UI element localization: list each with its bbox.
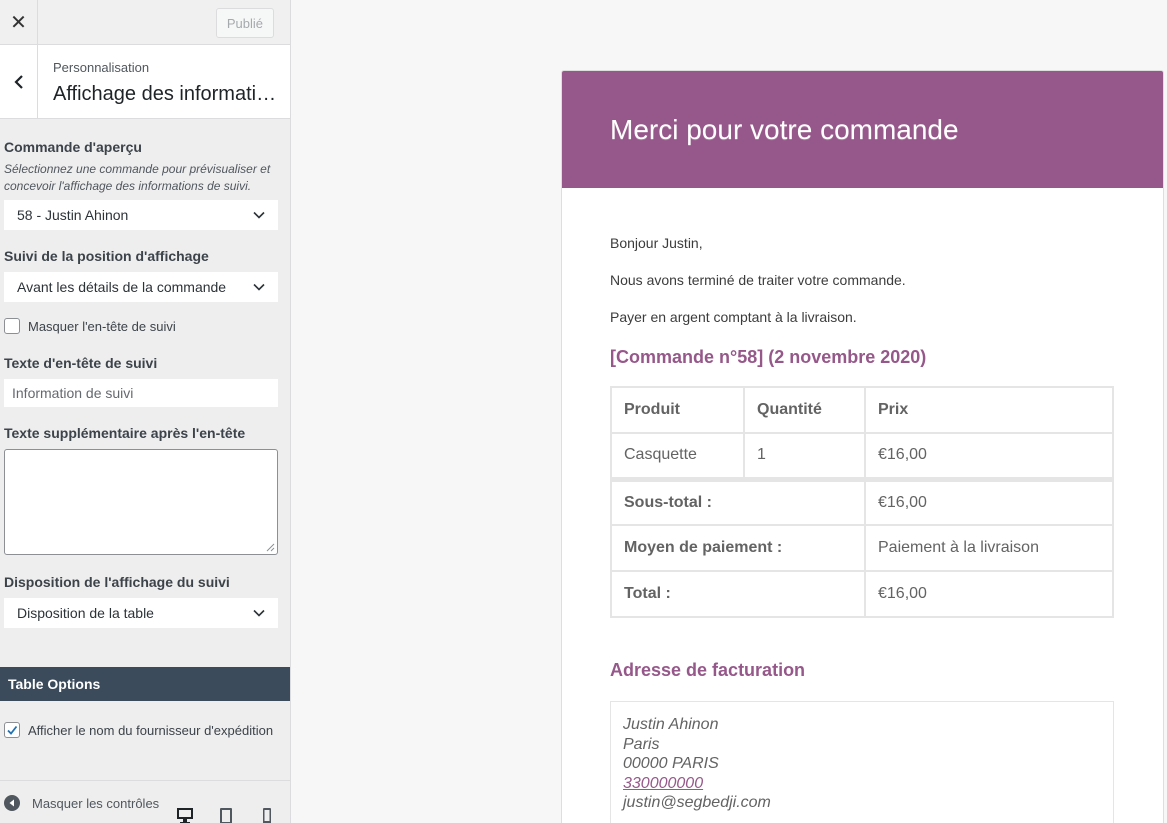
collapse-arrow-icon (4, 795, 20, 811)
payment-method-value: Paiement à la livraison (864, 524, 1114, 572)
address-email: justin@segbedji.com (623, 794, 771, 811)
billing-address: Justin Ahinon Paris 00000 PARIS 33000000… (610, 701, 1114, 823)
message-text: Nous avons terminé de traiter votre comm… (610, 272, 906, 288)
email-preview: Merci pour votre commande Bonjour Justin… (561, 70, 1164, 823)
preview-order-select[interactable]: 58 - Justin Ahinon (4, 200, 278, 230)
total-value: €16,00 (864, 570, 1114, 618)
show-provider-checkbox[interactable] (4, 722, 20, 738)
customizer-topbar: ✕ Publié (0, 0, 290, 45)
tablet-icon[interactable] (216, 807, 236, 823)
back-button[interactable] (0, 45, 38, 119)
customizer-footer: Masquer les contrôles (0, 780, 290, 823)
hide-header-option[interactable]: Masquer l'en-tête de suivi (4, 316, 278, 337)
display-position-value: Avant les détails de la commande (17, 279, 227, 295)
subtotal-value: €16,00 (864, 476, 1114, 526)
extra-text-label: Texte supplémentaire après l'en-tête (4, 425, 246, 441)
display-position-select[interactable]: Avant les détails de la commande (4, 272, 278, 302)
item-quantity: 1 (743, 432, 866, 480)
hide-controls-label: Masquer les contrôles (32, 795, 160, 811)
payment-method-label: Moyen de paiement : (610, 524, 866, 572)
greeting-text: Bonjour Justin, (610, 235, 703, 251)
address-postal: 00000 PARIS (623, 755, 719, 772)
col-header-product: Produit (610, 386, 745, 434)
resize-handle-icon[interactable] (265, 542, 275, 552)
breadcrumb: Personnalisation (53, 60, 150, 75)
table-options-header: Table Options (0, 667, 290, 701)
layout-label: Disposition de l'affichage du suivi (4, 574, 230, 590)
chevron-down-icon (253, 283, 265, 291)
address-city: Paris (623, 735, 660, 753)
show-provider-row[interactable]: Afficher le nom du fournisseur d'expédit… (4, 720, 274, 741)
publish-button[interactable]: Publié (215, 8, 274, 38)
section-header: Personnalisation Affichage des informati… (0, 45, 290, 119)
layout-select[interactable]: Disposition de la table (4, 598, 278, 628)
total-row: Total : €16,00 (610, 570, 1114, 618)
preview-order-description: Sélectionnez une commande pour prévisual… (4, 162, 271, 193)
customizer-sidebar: ✕ Publié Personnalisation Affichage des … (0, 0, 291, 823)
email-title: Merci pour votre commande (610, 113, 959, 145)
chevron-left-icon (13, 75, 23, 89)
layout-value: Disposition de la table (17, 605, 154, 621)
header-text-input[interactable]: Information de suivi (4, 379, 278, 407)
checkmark-icon (7, 725, 18, 735)
email-header: Merci pour votre commande (562, 71, 1163, 188)
item-product: Casquette (610, 432, 745, 480)
preview-order-label: Commande d'aperçu (4, 139, 142, 155)
display-position-label: Suivi de la position d'affichage (4, 248, 209, 264)
desktop-icon[interactable] (175, 807, 195, 823)
controls-panel: Commande d'aperçu Sélectionnez une comma… (0, 139, 290, 628)
payment-note-text: Payer en argent comptant à la livraison. (610, 309, 857, 325)
table-header-row: Produit Quantité Prix (610, 386, 1114, 434)
address-name: Justin Ahinon (623, 716, 719, 733)
extra-text-textarea[interactable] (4, 449, 278, 555)
col-header-quantity: Quantité (743, 386, 866, 434)
col-header-price: Prix (864, 386, 1114, 434)
total-label: Total : (610, 570, 866, 618)
item-price: €16,00 (864, 432, 1114, 480)
hide-header-label: Masquer l'en-tête de suivi (28, 319, 176, 334)
show-provider-option[interactable]: Afficher le nom du fournisseur d'expédit… (4, 720, 274, 741)
address-phone-link[interactable]: 330000000 (623, 775, 703, 792)
hide-header-checkbox[interactable] (4, 318, 20, 334)
section-title: Affichage des informations de suivi (53, 83, 283, 105)
mobile-icon[interactable] (257, 807, 277, 823)
table-row: Casquette 1 €16,00 (610, 432, 1114, 480)
preview-area: Merci pour votre commande Bonjour Justin… (291, 0, 1167, 823)
chevron-down-icon (253, 609, 265, 617)
subtotal-row: Sous-total : €16,00 (610, 476, 1114, 526)
order-heading: [Commande n°58] (2 novembre 2020) (610, 347, 927, 367)
billing-heading: Adresse de facturation (610, 660, 806, 680)
payment-method-row: Moyen de paiement : Paiement à la livrai… (610, 524, 1114, 572)
device-preview-buttons (175, 807, 290, 823)
email-body: Bonjour Justin, Nous avons terminé de tr… (562, 188, 1163, 823)
subtotal-label: Sous-total : (610, 476, 866, 526)
hide-controls-button[interactable]: Masquer les contrôles (4, 795, 159, 811)
chevron-down-icon (253, 211, 265, 219)
preview-order-value: 58 - Justin Ahinon (17, 207, 129, 223)
close-icon: ✕ (10, 12, 27, 34)
show-provider-label: Afficher le nom du fournisseur d'expédit… (28, 723, 274, 738)
close-customizer-button[interactable]: ✕ (0, 0, 38, 45)
header-text-label: Texte d'en-tête de suivi (4, 355, 158, 371)
order-table: Produit Quantité Prix Casquette 1 €16,00… (610, 386, 1114, 618)
